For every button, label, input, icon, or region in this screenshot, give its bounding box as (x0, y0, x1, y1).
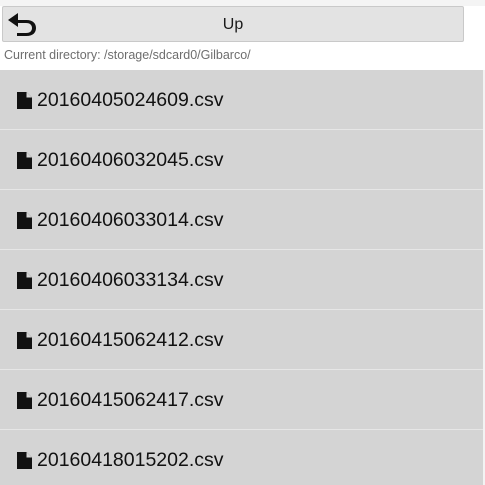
file-row[interactable]: 20160406032045.csv (0, 130, 485, 190)
file-icon (17, 92, 32, 109)
file-name: 20160415062417.csv (37, 389, 224, 411)
file-row[interactable]: 20160405024609.csv (0, 70, 485, 130)
file-row[interactable]: 20160406033134.csv (0, 250, 485, 310)
file-name: 20160415062412.csv (37, 329, 224, 351)
file-row[interactable]: 20160415062412.csv (0, 310, 485, 370)
file-icon (17, 272, 32, 289)
up-button-label: Up (222, 16, 244, 33)
file-row[interactable]: 20160406033014.csv (0, 190, 485, 250)
file-name: 20160405024609.csv (37, 89, 224, 111)
file-icon (17, 392, 32, 409)
file-list: 20160405024609.csv 20160406032045.csv 2016… (0, 70, 485, 485)
file-icon (17, 152, 32, 169)
file-row[interactable]: 20160418015202.csv (0, 430, 485, 485)
file-name: 20160418015202.csv (37, 449, 224, 471)
file-icon (17, 332, 32, 349)
file-icon (17, 212, 32, 229)
file-name: 20160406033014.csv (37, 209, 224, 231)
current-directory-label: Current directory: /storage/sdcard0/Gilb… (4, 48, 251, 62)
file-row[interactable]: 20160415062417.csv (0, 370, 485, 430)
file-name: 20160406033134.csv (37, 269, 224, 291)
file-browser-screen: Up Current directory: /storage/sdcard0/G… (0, 0, 485, 485)
file-icon (17, 452, 32, 469)
up-button[interactable]: Up (2, 6, 464, 42)
file-name: 20160406032045.csv (37, 149, 224, 171)
